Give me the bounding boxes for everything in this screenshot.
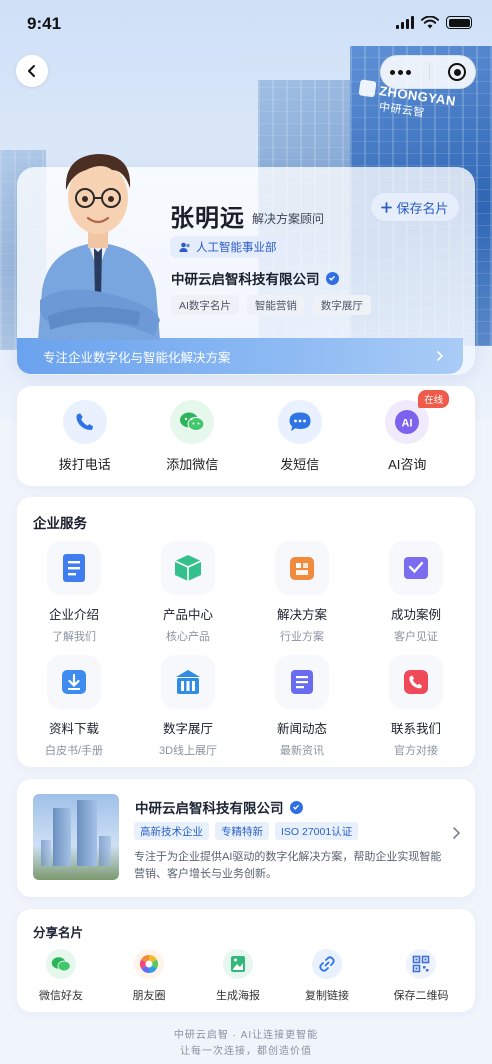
footer-subslogan: 让每一次连接，都创造价值 [180, 1046, 312, 1057]
tagline-bar[interactable]: 专注企业数字化与智能化解决方案 [17, 338, 463, 374]
profile-tag: 智能营销 [246, 295, 305, 315]
person-role: 解决方案顾问 [252, 212, 325, 226]
chevron-left-icon [28, 65, 35, 77]
poster-icon [223, 949, 253, 979]
close-miniprogram-icon[interactable] [448, 63, 466, 81]
share-card: 分享名片 微信好友 朋友圈 生成海报 复制链接 保存二维码 [17, 909, 475, 1012]
avatar [38, 154, 160, 340]
users-icon [179, 242, 190, 252]
wifi-icon [421, 16, 439, 29]
service-success-cases[interactable]: 成功案例 客户见证 [359, 541, 473, 644]
service-solutions[interactable]: 解决方案 行业方案 [245, 541, 359, 644]
call-button[interactable]: 拨打电话 [40, 399, 130, 473]
status-time: 9:41 [27, 14, 62, 33]
chevron-right-icon [453, 827, 461, 839]
add-wechat-button[interactable]: 添加微信 [147, 399, 237, 473]
online-badge: 在线 [418, 389, 450, 408]
tagline-text: 专注企业数字化与智能化解决方案 [43, 350, 231, 365]
hall-icon [161, 655, 215, 709]
company-name-row: 中研云启智科技有限公司 [135, 797, 303, 817]
battery-icon [446, 16, 472, 29]
company-name: 中研云启智科技有限公司 [171, 272, 320, 287]
profile-tag: AI数字名片 [171, 295, 239, 315]
company-description: 专注于为企业提供AI驱动的数字化解决方案，帮助企业实现智能营销、客户增长与业务创… [134, 851, 442, 880]
send-sms-button[interactable]: 发短信 [255, 399, 345, 473]
message-icon [277, 399, 322, 444]
qrcode-icon [406, 949, 436, 979]
wechat-icon [170, 399, 215, 444]
person-name: 张明远 [170, 205, 245, 232]
section-title: 企业服务 [33, 516, 87, 531]
svg-text:AI: AI [402, 417, 413, 429]
document-icon [47, 541, 101, 595]
service-downloads[interactable]: 资料下载 白皮书/手册 [17, 655, 131, 758]
box-icon [161, 541, 215, 595]
department-badge: 人工智能事业部 [170, 236, 286, 258]
contact-actions-card: 拨打电话 添加微信 发短信 AI 在线 AI咨询 [17, 386, 475, 486]
share-wechat-friends[interactable]: 微信好友 [21, 949, 101, 1003]
case-icon [389, 541, 443, 595]
company-name-row: 中研云启智科技有限公司 [171, 268, 339, 288]
service-digital-hall[interactable]: 数字展厅 3D线上展厅 [131, 655, 245, 758]
ai-consult-button[interactable]: AI 在线 AI咨询 [362, 389, 452, 473]
copy-link-button[interactable]: 复制链接 [287, 949, 367, 1003]
verified-icon [289, 800, 303, 814]
save-card-label: 保存名片 [396, 200, 449, 216]
enterprise-services-card: 企业服务 企业介绍 了解我们 产品中心 核心产品 解决方案 行业方案 成功案例 … [17, 497, 475, 767]
miniprogram-capsule [380, 55, 476, 89]
wechat-icon [46, 949, 76, 979]
link-icon [312, 949, 342, 979]
signal-icon [396, 16, 414, 29]
profile-tags: AI数字名片 智能营销 数字展厅 [171, 295, 371, 315]
company-card-name: 中研云启智科技有限公司 [135, 801, 284, 816]
company-tag: 专精特新 [215, 822, 269, 840]
news-icon [275, 655, 329, 709]
chevron-right-icon [437, 351, 444, 361]
contact-phone-icon [389, 655, 443, 709]
profile-tag: 数字展厅 [312, 295, 371, 315]
moments-icon [134, 949, 164, 979]
plus-icon [381, 201, 393, 213]
share-moments[interactable]: 朋友圈 [109, 949, 189, 1003]
footer-slogan: 中研云启智 · AI让连接更智能 [173, 1030, 319, 1041]
save-qrcode-button[interactable]: 保存二维码 [381, 949, 461, 1003]
share-poster[interactable]: 生成海报 [198, 949, 278, 1003]
company-building-image [33, 794, 119, 880]
service-contact-us[interactable]: 联系我们 官方对接 [359, 655, 473, 758]
more-icon[interactable] [390, 69, 411, 75]
status-bar: 9:41 [0, 0, 492, 48]
verified-icon [325, 271, 339, 285]
service-product-center[interactable]: 产品中心 核心产品 [131, 541, 245, 644]
layers-icon [275, 541, 329, 595]
company-tag: 高新技术企业 [134, 822, 209, 840]
company-tag: ISO 27001认证 [275, 822, 359, 840]
save-card-button[interactable]: 保存名片 [370, 192, 460, 222]
download-icon [47, 655, 101, 709]
back-button[interactable] [16, 55, 48, 87]
share-title: 分享名片 [33, 926, 84, 940]
service-news[interactable]: 新闻动态 最新资讯 [245, 655, 359, 758]
service-company-intro[interactable]: 企业介绍 了解我们 [17, 541, 131, 644]
company-tags: 高新技术企业 专精特新 ISO 27001认证 [134, 822, 359, 840]
phone-icon [62, 399, 107, 444]
company-info-card[interactable]: 中研云启智科技有限公司 高新技术企业 专精特新 ISO 27001认证 专注于为… [17, 779, 475, 897]
